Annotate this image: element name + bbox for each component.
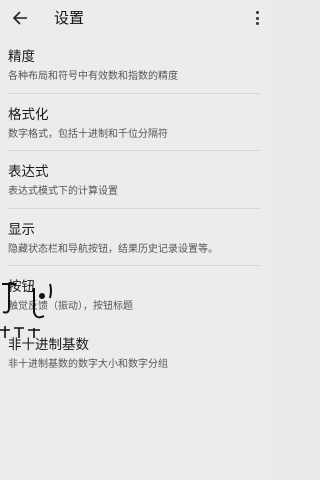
- setting-subtitle: 表达式模式下的计算设置: [8, 186, 118, 197]
- setting-item-buttons[interactable]: 按钮 触觉反馈（振动），按钮标题: [0, 266, 268, 324]
- setting-title: 非十进制基数: [8, 336, 89, 353]
- setting-title: 表达式: [8, 164, 49, 180]
- setting-subtitle: 数字格式，包括十进制和千位分隔符: [8, 128, 168, 140]
- setting-subtitle: 非十进制基数的数字大小和数字分组: [8, 358, 168, 370]
- arrow-back-icon: [12, 11, 27, 25]
- app-bar: 设置: [0, 0, 268, 36]
- setting-item-non-decimal-base[interactable]: 非十进制基数 非十进制基数的数字大小和数字分组: [0, 324, 268, 382]
- setting-subtitle: 隐藏状态栏和导航按钮，结果历史记录设置等。: [8, 243, 218, 255]
- setting-subtitle: 触觉反馈（振动），按钮标题: [8, 301, 133, 312]
- setting-title: 按钮: [8, 279, 35, 295]
- more-options-button[interactable]: [252, 8, 262, 28]
- page-title: 设置: [54, 9, 85, 27]
- setting-item-formatting[interactable]: 格式化 数字格式，包括十进制和千位分隔符: [0, 94, 268, 151]
- settings-screen: 设置 精度 各种布局和符号中有效数和指数的精度 格式化 数字格式，包括十进制和千…: [0, 0, 268, 480]
- setting-title: 格式化: [8, 106, 49, 123]
- setting-subtitle: 各种布局和符号中有效数和指数的精度: [8, 71, 178, 82]
- back-button[interactable]: [8, 6, 32, 30]
- settings-list: 精度 各种布局和符号中有效数和指数的精度 格式化 数字格式，包括十进制和千位分隔…: [0, 36, 268, 381]
- setting-title: 显示: [8, 221, 35, 238]
- setting-item-expression[interactable]: 表达式 表达式模式下的计算设置: [0, 151, 268, 209]
- setting-item-display[interactable]: 显示 隐藏状态栏和导航按钮，结果历史记录设置等。: [0, 209, 268, 266]
- more-vert-icon: [255, 11, 259, 14]
- setting-title: 精度: [8, 49, 35, 65]
- setting-item-precision[interactable]: 精度 各种布局和符号中有效数和指数的精度: [0, 36, 268, 94]
